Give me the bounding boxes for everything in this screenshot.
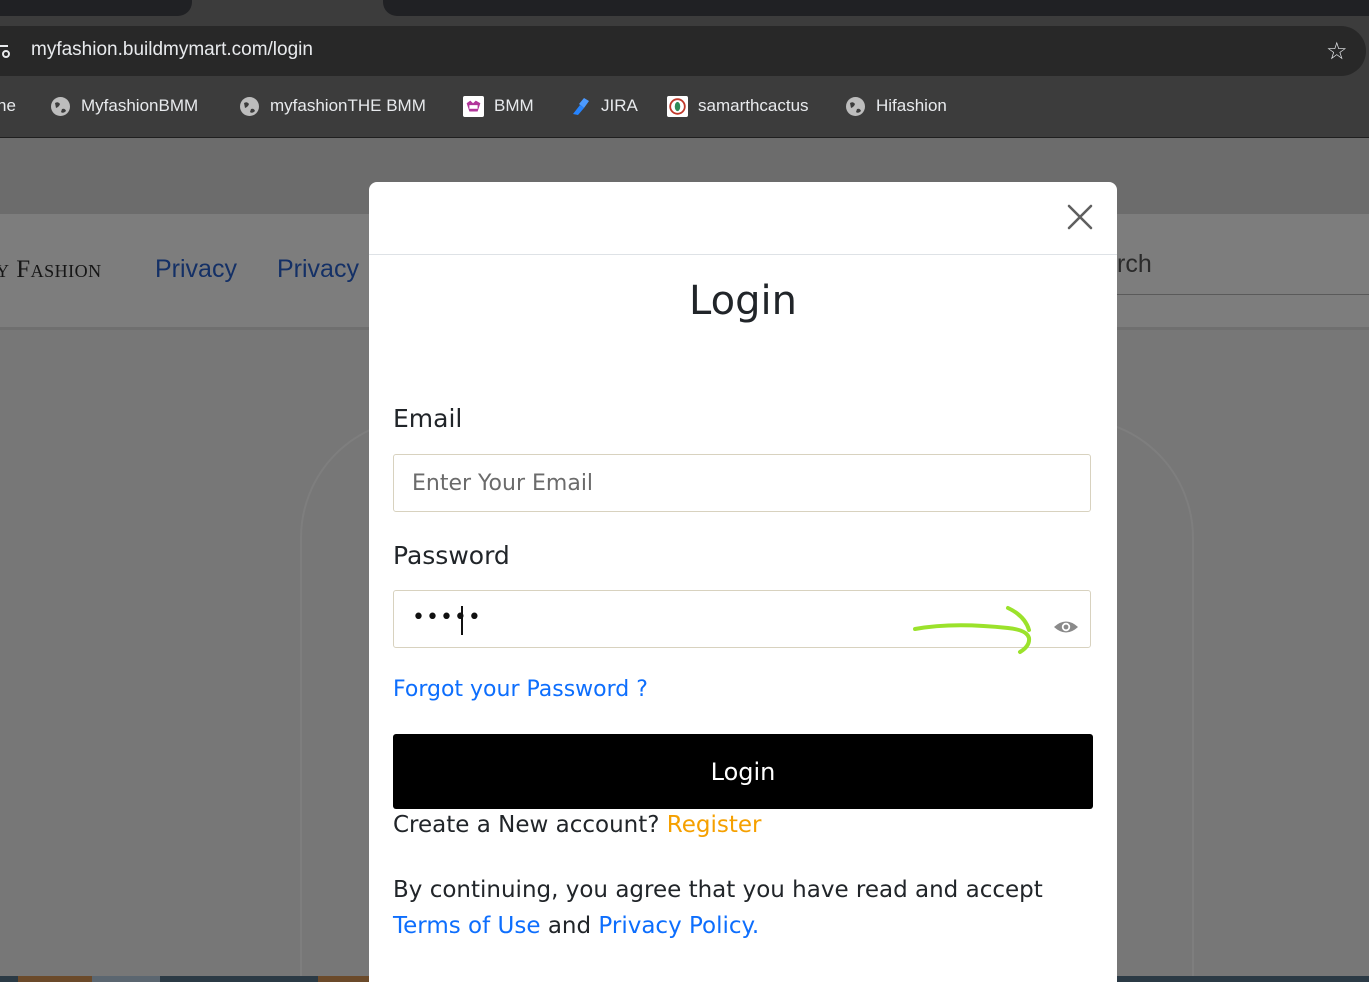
bookmark-star-icon[interactable]: ☆ [1326,39,1348,63]
bookmark-item[interactable]: MyfashionBMM [50,94,198,118]
login-button[interactable]: Login [393,734,1093,809]
email-label: Email [393,404,463,433]
email-input[interactable] [393,454,1091,512]
cactus-favicon-icon [667,95,688,117]
search-underline [1117,294,1369,295]
bookmark-item[interactable]: ne [0,94,16,118]
modal-title: Login [689,278,797,324]
bookmark-label: MyfashionBMM [81,96,199,115]
browser-tab[interactable] [383,0,1369,16]
bookmark-label: BMM [494,96,534,115]
jira-icon [570,96,591,117]
create-account-row: Create a New account? Register [393,812,761,838]
bookmark-item[interactable]: Hifashion [845,94,947,118]
bmm-favicon-icon [463,95,484,117]
browser-toolbar: myfashion.buildmymart.com/login ☆ ne Myf… [0,18,1369,138]
password-label: Password [393,541,510,570]
browser-tab[interactable] [0,0,192,16]
bookmark-item[interactable]: myfashionTHE BMM [239,94,426,118]
bookmark-item[interactable]: JIRA [570,94,638,118]
globe-icon [239,96,260,117]
address-bar[interactable]: myfashion.buildmymart.com/login ☆ [0,26,1366,76]
bookmarks-bar: ne MyfashionBMM myfashionTHE BMM BMM JIR… [0,86,1369,126]
terms-notice: By continuing, you agree that you have r… [393,872,1083,944]
modal-header [369,182,1117,255]
nav-link-privacy[interactable]: Privacy [277,255,359,284]
bookmark-label: Hifashion [876,96,947,115]
eye-icon[interactable] [1053,618,1079,636]
site-info-icon[interactable] [0,42,12,60]
bookmark-label: samarthcactus [698,96,809,115]
terms-of-use-link[interactable]: Terms of Use [393,913,541,939]
globe-icon [50,96,71,117]
tab-strip [0,0,1369,18]
annotation-arrow-icon [913,606,1032,654]
bookmark-item[interactable]: samarthcactus [667,94,809,118]
text-cursor [461,606,463,635]
register-link[interactable]: Register [667,812,762,838]
privacy-policy-link[interactable]: Privacy Policy. [598,913,759,939]
terms-and-text: and [547,913,592,939]
bookmark-label: ne [0,96,16,115]
site-brand-logo[interactable]: y Fashion [0,256,102,284]
create-account-text: Create a New account? [393,812,660,838]
login-modal: Login Email Password ••••• Forgot your P… [369,182,1117,982]
url-text[interactable]: myfashion.buildmymart.com/login [31,39,313,61]
nav-link-privacy[interactable]: Privacy [155,255,237,284]
bookmark-label: myfashionTHE BMM [270,96,426,115]
globe-icon [845,96,866,117]
terms-text: By continuing, you agree that you have r… [393,877,1043,903]
bookmark-label: JIRA [601,96,638,115]
forgot-password-link[interactable]: Forgot your Password ? [393,677,648,702]
close-icon[interactable] [1065,202,1095,232]
password-value: ••••• [412,605,482,630]
site-search-input[interactable]: rch [1117,250,1152,279]
bookmark-item[interactable]: BMM [463,94,534,118]
